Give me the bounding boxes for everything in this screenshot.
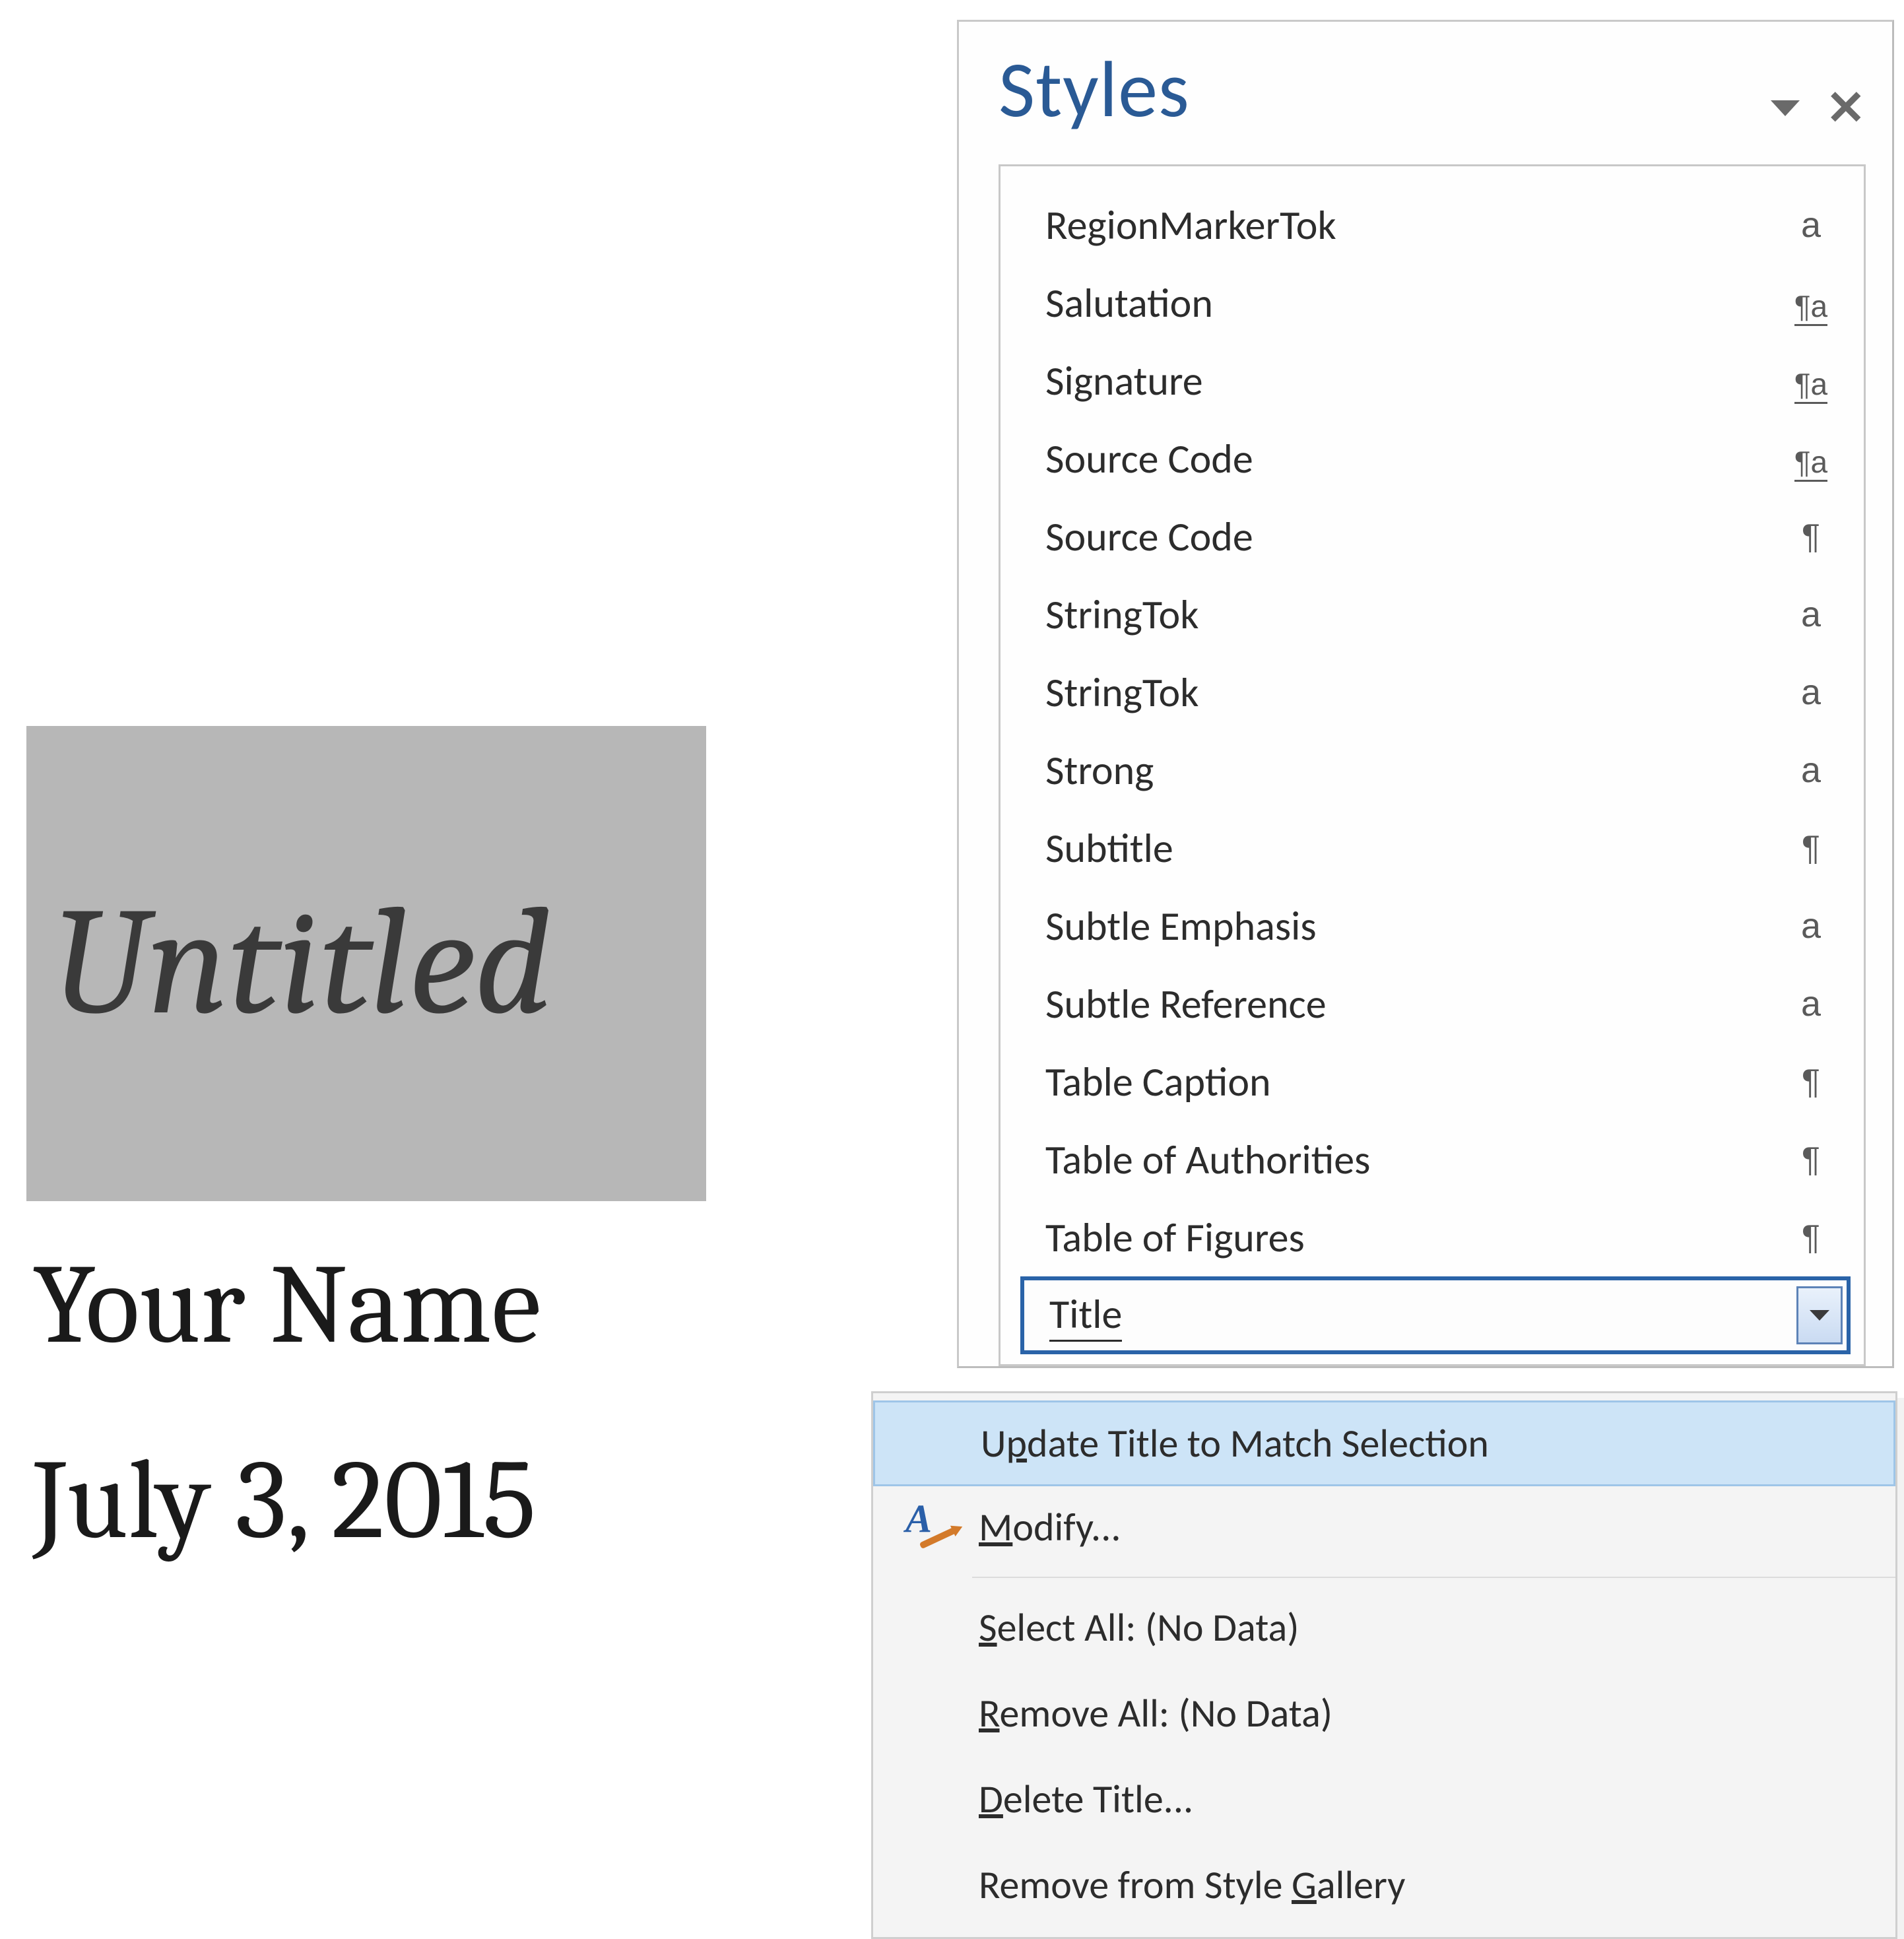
linked-style-icon: ¶a [1785, 356, 1837, 406]
character-style-icon: a [1785, 905, 1837, 946]
document-author-text[interactable]: Your Name [33, 1241, 818, 1370]
style-item-label: Salutation [1045, 278, 1213, 328]
document-date-text[interactable]: July 3, 2015 [33, 1436, 818, 1565]
style-item-label: Subtitle [1045, 823, 1173, 873]
chevron-down-icon [1810, 1310, 1829, 1321]
menu-item-modify[interactable]: A Modify... [873, 1484, 1895, 1570]
style-item-label: Signature [1045, 356, 1203, 406]
document-area: Untitled Your Name July 3, 2015 [26, 726, 818, 1565]
menu-item-selectall[interactable]: Select All: (No Data) [873, 1585, 1895, 1670]
style-item[interactable]: RegionMarkerTok a [1020, 186, 1851, 264]
styles-pane-title: Styles [999, 42, 1190, 138]
character-style-icon: a [1785, 750, 1837, 791]
menu-item-label: Modify... [979, 1503, 1121, 1552]
menu-item-icon-slot [873, 1842, 979, 1928]
style-item[interactable]: Salutation ¶a [1020, 264, 1851, 342]
menu-item-icon-slot [873, 1756, 979, 1842]
style-item[interactable]: Table of Figures ¶ [1020, 1199, 1851, 1276]
style-item-label: Subtle Reference [1045, 979, 1327, 1029]
style-context-menu: Update Title to Match Selection A Modify..… [871, 1391, 1897, 1939]
character-style-icon: a [1785, 672, 1837, 713]
style-item[interactable]: Subtitle ¶ [1020, 809, 1851, 887]
linked-style-icon: ¶a [1785, 434, 1837, 484]
paragraph-style-icon: ¶ [1785, 1140, 1837, 1179]
style-item-label: StringTok [1045, 589, 1198, 640]
style-item-label: Table of Figures [1045, 1212, 1305, 1263]
style-item[interactable]: Signature ¶a [1020, 342, 1851, 420]
style-item-dropdown-button[interactable] [1796, 1286, 1843, 1344]
style-item[interactable]: Subtle Emphasis a [1020, 887, 1851, 965]
menu-item-label: Delete Title... [979, 1775, 1193, 1824]
menu-item-removegal[interactable]: Remove from Style Gallery [873, 1842, 1895, 1928]
style-item-label: Source Code [1045, 434, 1253, 484]
style-item[interactable]: Table Caption ¶ [1020, 1043, 1851, 1121]
style-item-label: Table of Authorities [1045, 1134, 1370, 1185]
character-style-icon: a [1785, 983, 1837, 1024]
style-item-label: Subtle Emphasis [1045, 901, 1317, 951]
menu-item-icon-slot [875, 1402, 981, 1484]
style-item-label: Title [1049, 1289, 1122, 1342]
document-title-text[interactable]: Untitled [53, 888, 552, 1039]
modify-style-icon: A [900, 1501, 952, 1553]
menu-item-icon-slot [873, 1670, 979, 1756]
menu-item-label: Remove from Style Gallery [979, 1861, 1405, 1909]
paragraph-style-icon: ¶ [1785, 1218, 1837, 1257]
paragraph-style-icon: ¶ [1785, 1062, 1837, 1101]
styles-task-pane: Styles ✕ RegionMarkerTokaSalutation¶aSig… [957, 20, 1894, 1368]
character-style-icon: a [1785, 205, 1837, 246]
style-item[interactable]: Subtle Reference a [1020, 965, 1851, 1043]
style-item-label: Strong [1045, 745, 1154, 795]
style-item[interactable]: Source Code ¶ [1020, 498, 1851, 575]
style-item-label: RegionMarkerTok [1045, 200, 1336, 250]
menu-separator [972, 1577, 1895, 1578]
style-item[interactable]: Table of Authorities ¶ [1020, 1121, 1851, 1199]
style-item[interactable]: Source Code ¶a [1020, 420, 1851, 498]
menu-item-icon-slot [873, 1585, 979, 1670]
style-item-label: StringTok [1045, 667, 1198, 717]
menu-item-delete[interactable]: Delete Title... [873, 1756, 1895, 1842]
menu-item-removeall[interactable]: Remove All: (No Data) [873, 1670, 1895, 1756]
style-item[interactable]: Strong a [1020, 731, 1851, 809]
styles-pane-header: Styles ✕ [959, 22, 1892, 158]
paragraph-style-icon: ¶ [1785, 828, 1837, 868]
menu-item-label: Update Title to Match Selection [981, 1420, 1489, 1468]
menu-item-icon-slot: A [873, 1484, 979, 1570]
style-item[interactable]: StringTok a [1020, 575, 1851, 653]
menu-item-label: Select All: (No Data) [979, 1604, 1299, 1652]
style-item[interactable]: StringTok a [1020, 653, 1851, 731]
style-item-title[interactable]: Title [1020, 1276, 1851, 1354]
styles-list[interactable]: RegionMarkerTokaSalutation¶aSignature¶aS… [999, 164, 1866, 1366]
menu-item-label: Remove All: (No Data) [979, 1690, 1332, 1738]
linked-style-icon: ¶a [1785, 278, 1837, 328]
pane-options-dropdown-icon[interactable] [1771, 100, 1800, 116]
paragraph-style-icon: ¶ [1785, 517, 1837, 556]
style-item-label: Table Caption [1045, 1057, 1271, 1107]
character-style-icon: a [1785, 594, 1837, 635]
title-selection-block[interactable]: Untitled [26, 726, 706, 1201]
menu-item-update[interactable]: Update Title to Match Selection [873, 1400, 1895, 1486]
close-icon[interactable]: ✕ [1826, 84, 1866, 132]
style-item-label: Source Code [1045, 511, 1253, 562]
